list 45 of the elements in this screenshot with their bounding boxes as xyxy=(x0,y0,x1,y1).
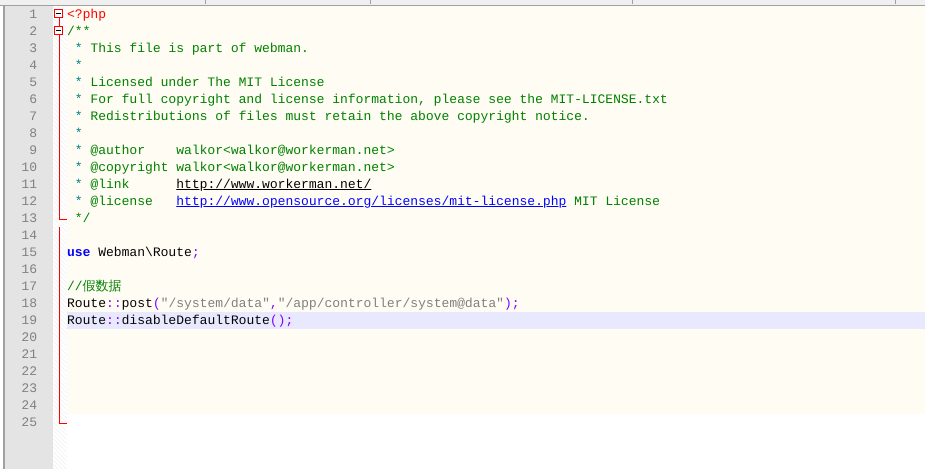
code-line: /** xyxy=(67,23,92,40)
line-number: 7 xyxy=(29,108,37,125)
line-number: 12 xyxy=(21,193,37,210)
line-number: 14 xyxy=(21,227,37,244)
code-line: * @author walkor<walkor@workerman.net> xyxy=(74,142,396,159)
code-line: * xyxy=(74,125,84,142)
line-number: 25 xyxy=(21,414,37,431)
line-number: 19 xyxy=(21,312,37,329)
line-number: 11 xyxy=(21,176,37,193)
code-line: * Licensed under The MIT License xyxy=(74,74,326,91)
line-number: 13 xyxy=(21,210,37,227)
line-number: 20 xyxy=(21,329,37,346)
link[interactable]: http://www.opensource.org/licenses/mit-license.php xyxy=(176,194,566,209)
code-line: <?php xyxy=(67,6,108,23)
code-line: * @copyright walkor<walkor@workerman.net> xyxy=(74,159,396,176)
line-number: 4 xyxy=(29,57,37,74)
line-number: 24 xyxy=(21,397,37,414)
line-number: 18 xyxy=(21,295,37,312)
code-line: use Webman\Route; xyxy=(67,244,201,261)
code-line: //假数据 xyxy=(67,278,123,295)
fold-collapse-icon[interactable] xyxy=(54,26,63,35)
line-number: 16 xyxy=(21,261,37,278)
line-number: 8 xyxy=(29,125,37,142)
line-number: 22 xyxy=(21,363,37,380)
line-number: 23 xyxy=(21,380,37,397)
code-line: * This file is part of webman. xyxy=(74,40,310,57)
line-number: 5 xyxy=(29,74,37,91)
code-line: Route::post("/system/data","/app/controller/system@data"); xyxy=(67,295,521,312)
code-line: * Redistributions of files must retain the above copyright notice. xyxy=(74,108,591,125)
code-line: */ xyxy=(74,210,92,227)
line-number: 9 xyxy=(29,142,37,159)
line-number: 2 xyxy=(29,23,37,40)
code-line: * For full copyright and license information, please see the MIT-LICENSE.txt xyxy=(74,91,669,108)
line-number: 3 xyxy=(29,40,37,57)
code-line: * @link http://www.workerman.net/ xyxy=(74,176,372,193)
line-number: 6 xyxy=(29,91,37,108)
code-line: * @license http://www.opensource.org/licenses/mit-license.php MIT License xyxy=(74,193,661,210)
line-number: 1 xyxy=(29,6,37,23)
line-number: 17 xyxy=(21,278,37,295)
link[interactable]: http://www.workerman.net/ xyxy=(176,177,372,192)
line-number: 10 xyxy=(21,159,37,176)
line-number: 21 xyxy=(21,346,37,363)
fold-collapse-icon[interactable] xyxy=(54,9,63,18)
code-line: * xyxy=(74,57,84,74)
line-number: 15 xyxy=(21,244,37,261)
